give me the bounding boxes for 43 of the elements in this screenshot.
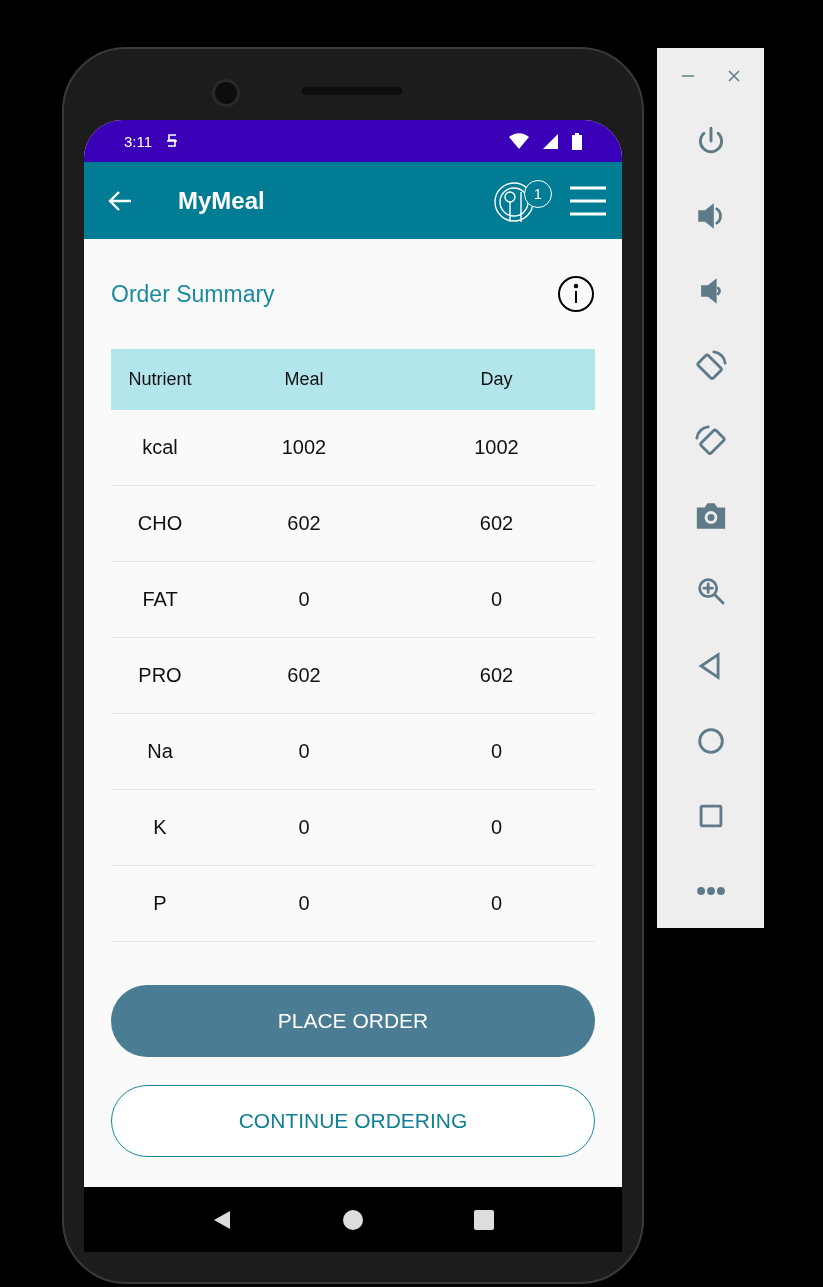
table-cell-text: kcal — [141, 436, 179, 459]
column-header: Day — [479, 369, 514, 390]
table-cell-text: 602 — [286, 512, 322, 535]
table-cell-text: 602 — [286, 664, 322, 687]
order-count-badge: 1 — [524, 179, 552, 208]
app-title: MyMeal — [178, 186, 266, 215]
table-cell-text: 0 — [297, 816, 311, 839]
wifi-icon — [509, 133, 529, 149]
info-icon[interactable] — [557, 275, 595, 313]
signal-icon — [543, 133, 558, 149]
table-cell-text: 0 — [489, 892, 504, 915]
close-icon[interactable] — [727, 69, 740, 82]
overview-icon[interactable] — [474, 1209, 494, 1230]
table-cell-text: PRO — [137, 664, 183, 687]
place-order-button[interactable]: PLACE ORDER — [111, 985, 595, 1057]
section-title: Order Summary — [111, 280, 275, 308]
table-cell-text: 0 — [297, 740, 311, 763]
back-icon[interactable] — [212, 1209, 232, 1230]
table-cell-text: 0 — [489, 588, 504, 611]
column-header: Nutrient — [127, 369, 193, 390]
continue-ordering-button[interactable]: CONTINUE ORDERING — [111, 1085, 595, 1157]
meal-order-button[interactable]: 1 — [494, 177, 552, 224]
table-cell-text: FAT — [141, 588, 179, 611]
column-header: Meal — [283, 369, 325, 390]
menu-icon[interactable] — [570, 185, 606, 216]
table-cell-text: 0 — [489, 740, 504, 763]
table-cell-text: 0 — [297, 588, 311, 611]
table-cell-text: P — [152, 892, 168, 915]
table-cell-text: 1002 — [280, 436, 328, 459]
front-camera — [212, 79, 240, 107]
notification-icon — [166, 133, 179, 149]
table-cell-text: 0 — [297, 892, 311, 915]
table-cell-text: 602 — [478, 512, 515, 535]
home-icon[interactable] — [342, 1208, 364, 1231]
status-time: 3:11 — [124, 132, 153, 150]
table-cell-text: K — [152, 816, 168, 839]
back-arrow-icon[interactable] — [108, 189, 132, 212]
table-cell-text: Na — [146, 740, 174, 763]
table-cell-text: 602 — [478, 664, 515, 687]
table-cell-text: CHO — [136, 512, 184, 535]
table-cell-text: 1002 — [473, 436, 520, 459]
table-cell-text: 0 — [489, 816, 504, 839]
battery-icon — [572, 132, 582, 150]
